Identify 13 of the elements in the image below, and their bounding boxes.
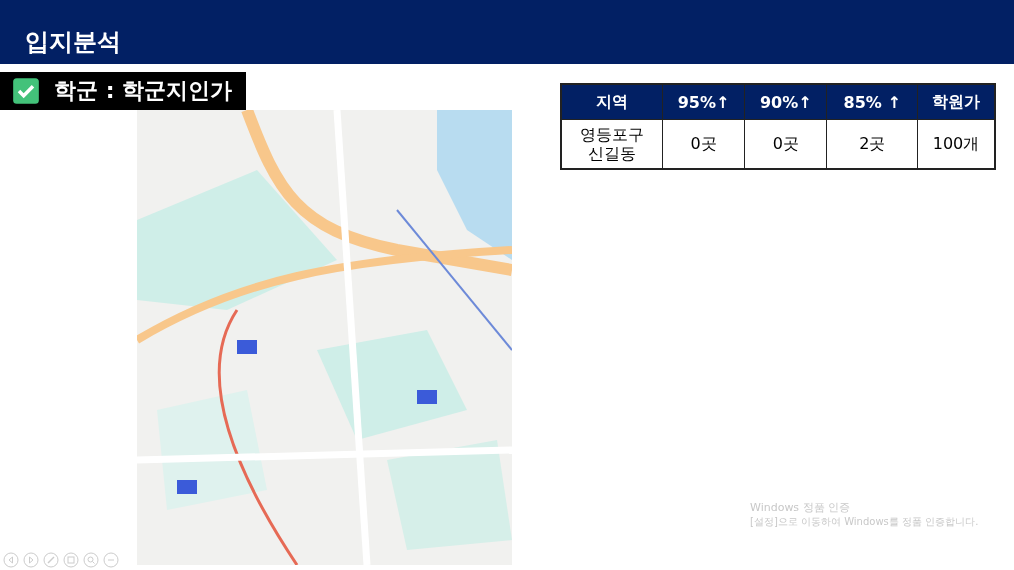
next-icon[interactable] <box>23 552 39 568</box>
slide-title: 입지분석 <box>25 27 121 58</box>
column-header: 지역 <box>561 84 663 120</box>
zoom-icon[interactable] <box>83 552 99 568</box>
previous-icon[interactable] <box>3 552 19 568</box>
column-header: 90%↑ <box>744 84 827 120</box>
pen-icon[interactable] <box>43 552 59 568</box>
slides-icon[interactable] <box>63 552 79 568</box>
column-header: 95%↑ <box>662 84 745 120</box>
column-header: 85% ↑ <box>826 84 918 120</box>
section-heading: 학군 : 학군지인가 <box>54 77 233 105</box>
more-icon[interactable] <box>103 552 119 568</box>
column-header: 학원가 <box>917 84 995 120</box>
